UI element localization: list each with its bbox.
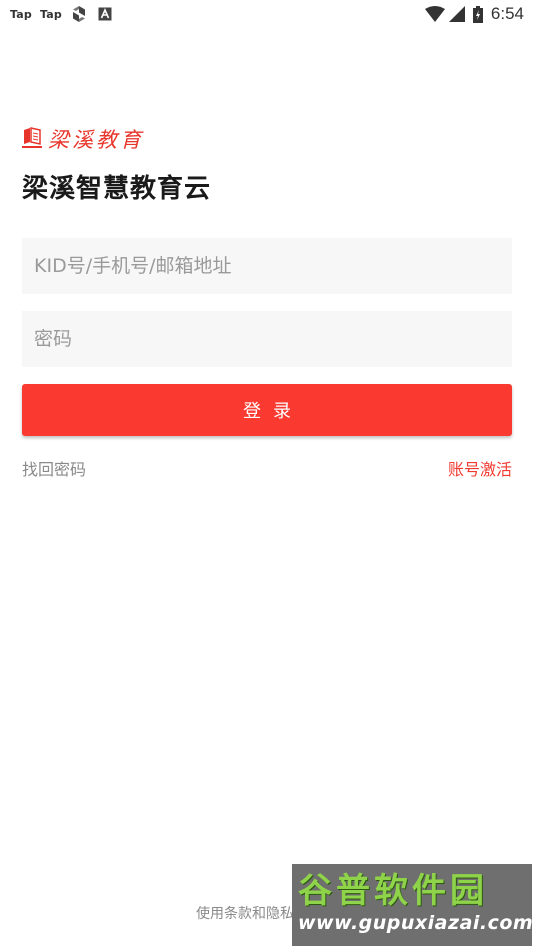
battery-icon (472, 5, 483, 23)
watermark-title: 谷普软件园 (298, 871, 488, 911)
sync-icon (70, 5, 88, 23)
terms-privacy-link[interactable]: 使用条款和隐私 (196, 903, 294, 923)
status-bar-right: 6:54 (424, 4, 524, 24)
login-button[interactable]: 登录 (22, 384, 512, 436)
clock-time: 6:54 (490, 4, 524, 23)
activate-account-link[interactable]: 账号激活 (448, 456, 512, 480)
taptap-label-2: Tap (39, 7, 62, 21)
password-input[interactable] (22, 311, 512, 367)
book-logo-icon (22, 126, 42, 152)
status-bar: Tap Tap 6:54 (0, 0, 534, 28)
watermark: 谷普软件园 www.gupuxiazai.com (292, 864, 532, 946)
account-input[interactable] (22, 238, 512, 294)
a-icon (98, 7, 112, 21)
taptap-label-1: Tap (10, 7, 32, 21)
signal-icon (448, 6, 465, 22)
watermark-url: www.gupuxiazai.com (298, 912, 532, 934)
page-title: 梁溪智慧教育云 (22, 174, 212, 204)
wifi-icon (424, 6, 445, 22)
brand-logo: 梁溪教育 (22, 124, 144, 154)
forgot-password-link[interactable]: 找回密码 (22, 456, 86, 480)
status-bar-left: Tap Tap (10, 5, 122, 23)
brand-logo-text: 梁溪教育 (48, 128, 144, 152)
